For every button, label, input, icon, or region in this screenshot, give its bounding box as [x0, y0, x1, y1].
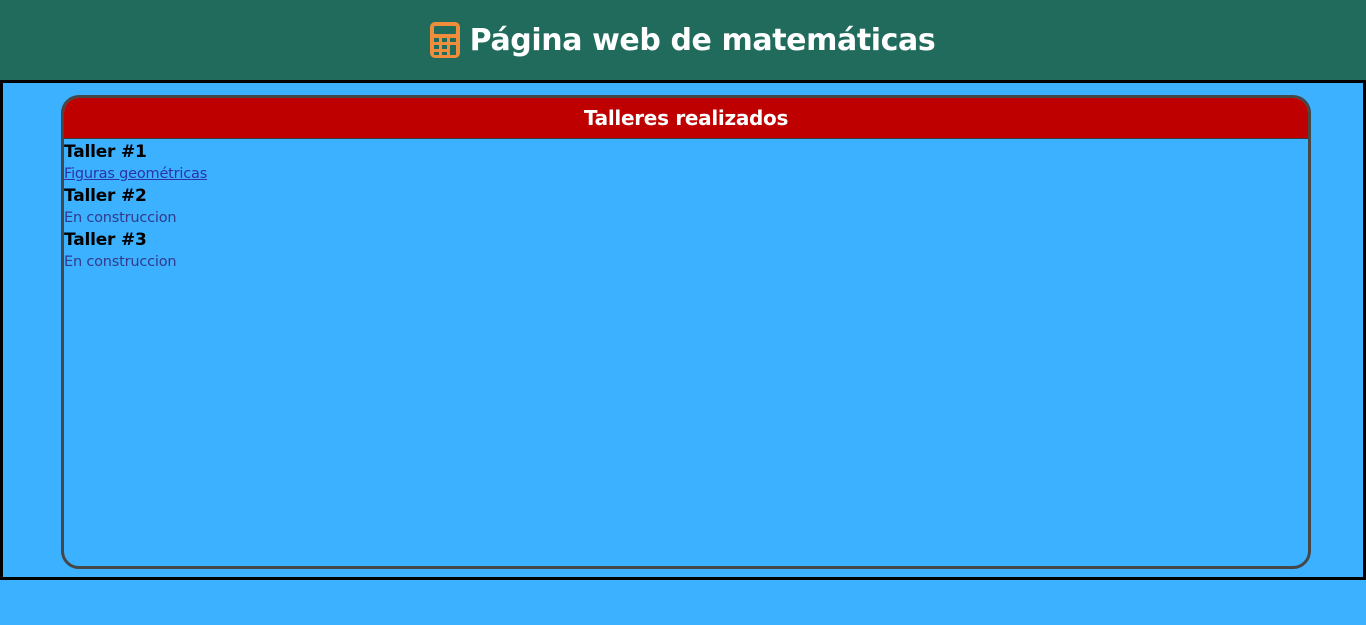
workshop-item: Taller #2 En construccion — [64, 185, 1308, 229]
workshop-name: Taller #3 — [64, 230, 147, 250]
site-header: Página web de matemáticas — [0, 0, 1366, 80]
workshop-item: Taller #3 En construccion — [64, 229, 1308, 273]
panel-header: Talleres realizados — [64, 98, 1308, 139]
header-brand: Página web de matemáticas — [429, 21, 936, 59]
site-title: Página web de matemáticas — [469, 22, 936, 58]
workshop-name: Taller #2 — [64, 186, 147, 206]
main-content: Talleres realizados Taller #1 Figuras ge… — [0, 80, 1366, 580]
workshop-name: Taller #1 — [64, 142, 147, 162]
calculator-icon — [429, 21, 461, 59]
workshop-list: Taller #1 Figuras geométricas Taller #2 … — [64, 139, 1308, 273]
workshop-item: Taller #1 Figuras geométricas — [64, 141, 1308, 185]
panel-title: Talleres realizados — [583, 106, 789, 130]
workshop-status: En construccion — [64, 254, 177, 270]
workshop-link-figuras[interactable]: Figuras geométricas — [64, 163, 207, 185]
workshop-status: En construccion — [64, 210, 177, 226]
workshops-panel: Talleres realizados Taller #1 Figuras ge… — [61, 95, 1311, 569]
